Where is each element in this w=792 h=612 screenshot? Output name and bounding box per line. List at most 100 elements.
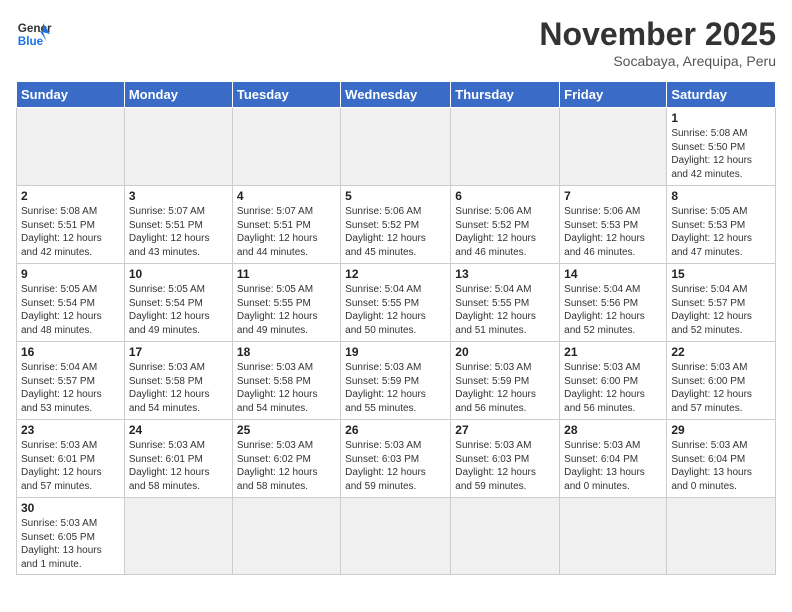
weekday-header-wednesday: Wednesday: [341, 82, 451, 108]
calendar-cell: 15 Sunrise: 5:04 AM Sunset: 5:57 PM Dayli…: [667, 264, 776, 342]
day-number: 10: [129, 267, 228, 281]
calendar-cell: 23Sunrise: 5:03 AM Sunset: 6:01 PM Dayli…: [17, 420, 125, 498]
day-info: Sunrise: 5:05 AM Sunset: 5:55 PM Dayligh…: [237, 283, 336, 337]
day-info: Sunrise: 5:04 AM Sunset: 5:57 PM Dayligh…: [671, 283, 771, 337]
calendar-week-3: 16Sunrise: 5:04 AM Sunset: 5:57 PM Dayli…: [17, 342, 776, 420]
day-info: Sunrise: 5:07 AM Sunset: 5:51 PM Dayligh…: [129, 205, 228, 259]
title-block: November 2025 Socabaya, Arequipa, Peru: [539, 16, 776, 69]
day-info: Sunrise: 5:06 AM Sunset: 5:53 PM Dayligh…: [564, 205, 662, 259]
calendar-cell: [451, 498, 560, 575]
calendar-cell: 26 Sunrise: 5:03 AM Sunset: 6:03 PM Dayli…: [341, 420, 451, 498]
day-info: Sunrise: 5:06 AM Sunset: 5:52 PM Dayligh…: [455, 205, 555, 259]
weekday-header-tuesday: Tuesday: [232, 82, 340, 108]
day-number: 19: [345, 345, 446, 359]
calendar-cell: 10Sunrise: 5:05 AM Sunset: 5:54 PM Dayli…: [124, 264, 232, 342]
weekday-header-sunday: Sunday: [17, 82, 125, 108]
day-number: 7: [564, 189, 662, 203]
day-info: Sunrise: 5:03 AM Sunset: 6:05 PM Dayligh…: [21, 517, 120, 571]
calendar-cell: 29Sunrise: 5:03 AM Sunset: 6:04 PM Dayli…: [667, 420, 776, 498]
day-info: Sunrise: 5:03 AM Sunset: 6:03 PM Dayligh…: [455, 439, 555, 493]
day-info: Sunrise: 5:03 AM Sunset: 6:02 PM Dayligh…: [237, 439, 336, 493]
calendar-cell: 2 Sunrise: 5:08 AM Sunset: 5:51 PM Daylig…: [17, 186, 125, 264]
calendar-cell: 3 Sunrise: 5:07 AM Sunset: 5:51 PM Daylig…: [124, 186, 232, 264]
day-number: 26: [345, 423, 446, 437]
day-info: Sunrise: 5:03 AM Sunset: 5:58 PM Dayligh…: [129, 361, 228, 415]
calendar-cell: 5 Sunrise: 5:06 AM Sunset: 5:52 PM Daylig…: [341, 186, 451, 264]
day-number: 2: [21, 189, 120, 203]
calendar-cell: 16Sunrise: 5:04 AM Sunset: 5:57 PM Dayli…: [17, 342, 125, 420]
day-number: 1: [671, 111, 771, 125]
day-info: Sunrise: 5:04 AM Sunset: 5:56 PM Dayligh…: [564, 283, 662, 337]
calendar-week-2: 9Sunrise: 5:05 AM Sunset: 5:54 PM Daylig…: [17, 264, 776, 342]
calendar-cell: 22 Sunrise: 5:03 AM Sunset: 6:00 PM Dayli…: [667, 342, 776, 420]
calendar-cell: 18Sunrise: 5:03 AM Sunset: 5:58 PM Dayli…: [232, 342, 340, 420]
day-number: 5: [345, 189, 446, 203]
day-number: 9: [21, 267, 120, 281]
calendar-cell: 28Sunrise: 5:03 AM Sunset: 6:04 PM Dayli…: [560, 420, 667, 498]
calendar-cell: [232, 108, 340, 186]
calendar-body: 1 Sunrise: 5:08 AM Sunset: 5:50 PM Daylig…: [17, 108, 776, 575]
day-number: 27: [455, 423, 555, 437]
day-info: Sunrise: 5:03 AM Sunset: 6:01 PM Dayligh…: [21, 439, 120, 493]
calendar-week-0: 1 Sunrise: 5:08 AM Sunset: 5:50 PM Daylig…: [17, 108, 776, 186]
calendar-cell: 6Sunrise: 5:06 AM Sunset: 5:52 PM Daylig…: [451, 186, 560, 264]
calendar-cell: 25 Sunrise: 5:03 AM Sunset: 6:02 PM Dayli…: [232, 420, 340, 498]
calendar-cell: 11 Sunrise: 5:05 AM Sunset: 5:55 PM Dayli…: [232, 264, 340, 342]
day-number: 12: [345, 267, 446, 281]
calendar-cell: [124, 108, 232, 186]
day-info: Sunrise: 5:08 AM Sunset: 5:51 PM Dayligh…: [21, 205, 120, 259]
day-number: 15: [671, 267, 771, 281]
weekday-header-thursday: Thursday: [451, 82, 560, 108]
day-number: 21: [564, 345, 662, 359]
calendar-week-4: 23Sunrise: 5:03 AM Sunset: 6:01 PM Dayli…: [17, 420, 776, 498]
calendar-cell: [341, 108, 451, 186]
calendar-cell: [17, 108, 125, 186]
calendar-cell: 24 Sunrise: 5:03 AM Sunset: 6:01 PM Dayli…: [124, 420, 232, 498]
day-info: Sunrise: 5:04 AM Sunset: 5:57 PM Dayligh…: [21, 361, 120, 415]
day-number: 17: [129, 345, 228, 359]
day-number: 25: [237, 423, 336, 437]
day-number: 30: [21, 501, 120, 515]
month-title: November 2025: [539, 16, 776, 53]
page-header: General Blue November 2025 Socabaya, Are…: [16, 16, 776, 69]
calendar-cell: 14 Sunrise: 5:04 AM Sunset: 5:56 PM Dayli…: [560, 264, 667, 342]
svg-text:Blue: Blue: [18, 35, 44, 48]
calendar-cell: 30 Sunrise: 5:03 AM Sunset: 6:05 PM Dayli…: [17, 498, 125, 575]
calendar-cell: 27 Sunrise: 5:03 AM Sunset: 6:03 PM Dayli…: [451, 420, 560, 498]
day-number: 24: [129, 423, 228, 437]
calendar-cell: 12Sunrise: 5:04 AM Sunset: 5:55 PM Dayli…: [341, 264, 451, 342]
weekday-header-friday: Friday: [560, 82, 667, 108]
day-info: Sunrise: 5:03 AM Sunset: 5:58 PM Dayligh…: [237, 361, 336, 415]
calendar-cell: 13Sunrise: 5:04 AM Sunset: 5:55 PM Dayli…: [451, 264, 560, 342]
calendar-cell: 20Sunrise: 5:03 AM Sunset: 5:59 PM Dayli…: [451, 342, 560, 420]
day-info: Sunrise: 5:03 AM Sunset: 6:01 PM Dayligh…: [129, 439, 228, 493]
calendar-cell: [341, 498, 451, 575]
day-info: Sunrise: 5:07 AM Sunset: 5:51 PM Dayligh…: [237, 205, 336, 259]
day-number: 22: [671, 345, 771, 359]
day-info: Sunrise: 5:03 AM Sunset: 6:00 PM Dayligh…: [671, 361, 771, 415]
calendar-cell: [232, 498, 340, 575]
weekday-row: SundayMondayTuesdayWednesdayThursdayFrid…: [17, 82, 776, 108]
day-number: 14: [564, 267, 662, 281]
calendar-cell: 21 Sunrise: 5:03 AM Sunset: 6:00 PM Dayli…: [560, 342, 667, 420]
day-info: Sunrise: 5:08 AM Sunset: 5:50 PM Dayligh…: [671, 127, 771, 181]
calendar-cell: 7 Sunrise: 5:06 AM Sunset: 5:53 PM Daylig…: [560, 186, 667, 264]
day-info: Sunrise: 5:04 AM Sunset: 5:55 PM Dayligh…: [455, 283, 555, 337]
weekday-header-saturday: Saturday: [667, 82, 776, 108]
day-info: Sunrise: 5:03 AM Sunset: 6:00 PM Dayligh…: [564, 361, 662, 415]
calendar-cell: 19Sunrise: 5:03 AM Sunset: 5:59 PM Dayli…: [341, 342, 451, 420]
day-info: Sunrise: 5:06 AM Sunset: 5:52 PM Dayligh…: [345, 205, 446, 259]
calendar-table: SundayMondayTuesdayWednesdayThursdayFrid…: [16, 81, 776, 575]
calendar-cell: [560, 498, 667, 575]
day-info: Sunrise: 5:03 AM Sunset: 5:59 PM Dayligh…: [455, 361, 555, 415]
calendar-cell: 8 Sunrise: 5:05 AM Sunset: 5:53 PM Daylig…: [667, 186, 776, 264]
day-number: 3: [129, 189, 228, 203]
day-number: 8: [671, 189, 771, 203]
calendar-cell: [451, 108, 560, 186]
day-info: Sunrise: 5:03 AM Sunset: 6:03 PM Dayligh…: [345, 439, 446, 493]
calendar-cell: 4Sunrise: 5:07 AM Sunset: 5:51 PM Daylig…: [232, 186, 340, 264]
logo: General Blue: [16, 16, 52, 52]
day-number: 11: [237, 267, 336, 281]
day-info: Sunrise: 5:05 AM Sunset: 5:53 PM Dayligh…: [671, 205, 771, 259]
logo-icon: General Blue: [16, 16, 52, 52]
